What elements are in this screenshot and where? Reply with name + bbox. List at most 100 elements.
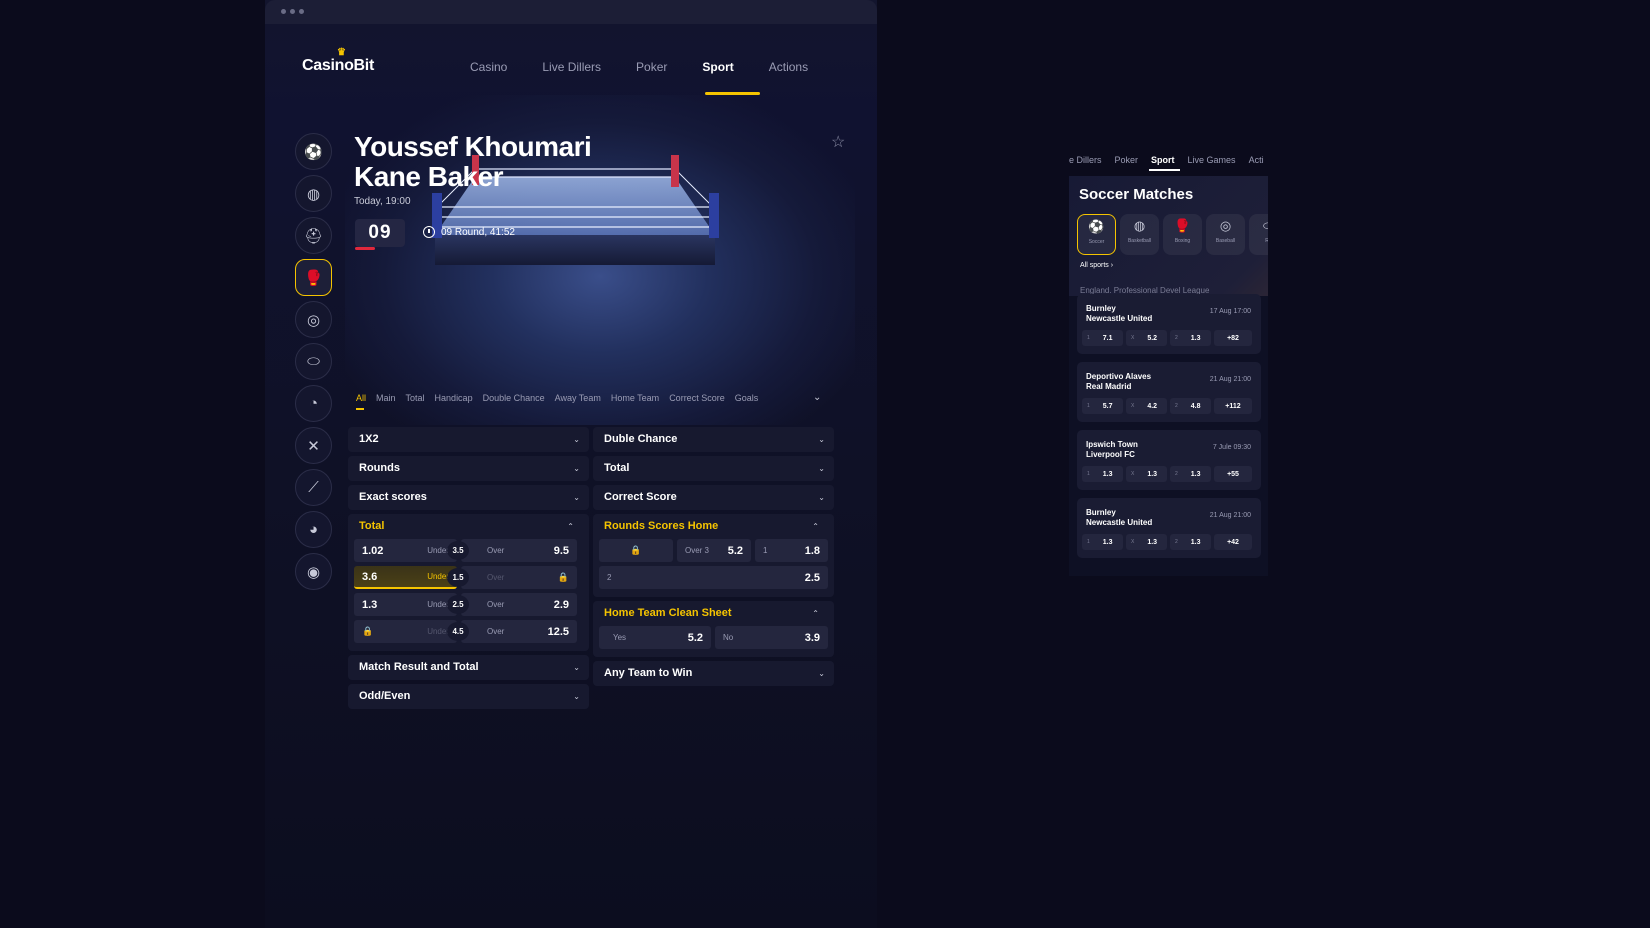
odd-over[interactable]: Over 9.5 — [461, 539, 577, 562]
favorite-star-icon[interactable]: ☆ — [831, 132, 845, 152]
odd-x[interactable]: X 5.2 — [1126, 330, 1167, 346]
baseball-icon[interactable]: ⟋ — [295, 469, 332, 506]
odd-x[interactable]: X 1.3 — [1126, 466, 1167, 482]
mobile-nav-poker[interactable]: Poker — [1115, 155, 1139, 165]
tab-main[interactable]: Main — [376, 393, 396, 403]
darts-icon[interactable]: ◉ — [295, 553, 332, 590]
market-any-team-to-win[interactable]: Any Team to Win ⌄ — [593, 661, 834, 686]
odd-2[interactable]: 2 2.5 — [599, 566, 828, 589]
market-match-result-total[interactable]: Match Result and Total ⌄ — [348, 655, 589, 680]
more-markets-button[interactable]: +42 — [1214, 534, 1252, 550]
market-odd-even[interactable]: Odd/Even ⌄ — [348, 684, 589, 709]
mobile-sport-baseball[interactable]: ◎ Baseball — [1206, 214, 1245, 255]
match-card[interactable]: Deportivo Alaves Real Madrid 21 Aug 21:00… — [1077, 362, 1261, 422]
more-markets-button[interactable]: +55 — [1214, 466, 1252, 482]
odd-no[interactable]: No 3.9 — [715, 626, 828, 649]
odd-2[interactable]: 2 1.3 — [1170, 330, 1211, 346]
market-exact-scores[interactable]: Exact scores ⌄ — [348, 485, 589, 510]
mobile-sport-rugby[interactable]: ⬭ Ru — [1249, 214, 1268, 255]
home-team: Ipswich Town — [1086, 440, 1138, 449]
market-label: Duble Chance — [604, 433, 678, 445]
odd-label: Over 3 — [685, 546, 710, 555]
volleyball-icon[interactable]: ◎ — [295, 301, 332, 338]
odd-over[interactable]: Over 2.9 — [461, 593, 577, 616]
away-team: Newcastle United — [1086, 314, 1153, 323]
odd-x[interactable]: X 1.3 — [1126, 534, 1167, 550]
mobile-sport-basketball[interactable]: ◍ Basketball — [1120, 214, 1159, 255]
odd-value: 1.3 — [1102, 470, 1113, 478]
mobile-nav-sport[interactable]: Sport — [1151, 155, 1175, 165]
tab-goals[interactable]: Goals — [735, 393, 759, 403]
main-window: ♛ CasinoBit Casino Live Dillers Poker Sp… — [265, 0, 877, 928]
market-total[interactable]: Total ⌄ — [593, 456, 834, 481]
tab-home-team[interactable]: Home Team — [611, 393, 659, 403]
odd-1[interactable]: 1 1.8 — [755, 539, 828, 562]
odd-value: 4.2 — [1147, 402, 1158, 410]
tab-away-team[interactable]: Away Team — [555, 393, 601, 403]
market-1x2[interactable]: 1X2 ⌄ — [348, 427, 589, 452]
tab-handicap[interactable]: Handicap — [435, 393, 473, 403]
market-rounds[interactable]: Rounds ⌄ — [348, 456, 589, 481]
sport-label: Basketball — [1127, 238, 1152, 244]
more-markets-button[interactable]: +112 — [1214, 398, 1252, 414]
market-rounds-scores-home[interactable]: Rounds Scores Home ⌃ — [599, 514, 828, 539]
tennis-icon[interactable]: ◔ — [295, 385, 332, 422]
odd-2[interactable]: 2 1.3 — [1170, 466, 1211, 482]
tab-all[interactable]: All — [356, 393, 366, 403]
event-time: Today, 19:00 — [354, 196, 411, 207]
market-label: Total — [604, 462, 630, 474]
odd-under[interactable]: 🔒 Under — [354, 620, 457, 643]
match-card[interactable]: Burnley Newcastle United 17 Aug 17:00 1 7.… — [1077, 294, 1261, 354]
market-label: Exact scores — [359, 491, 427, 503]
nav-casino[interactable]: Casino — [470, 60, 507, 74]
mobile-sport-soccer[interactable]: ⚽ Soccer — [1077, 214, 1116, 255]
odd-over[interactable]: Over 12.5 — [461, 620, 577, 643]
match-odds: 1 5.7 X 4.2 2 4.8 +112 — [1082, 398, 1252, 414]
odds-row: 🔒 Over 3 5.2 1 1.8 — [599, 539, 828, 562]
soccer-icon[interactable]: ⚽ — [295, 133, 332, 170]
tab-double-chance[interactable]: Double Chance — [483, 393, 545, 403]
mobile-nav-actions[interactable]: Acti — [1249, 155, 1264, 165]
hockey-icon[interactable]: ✕ — [295, 427, 332, 464]
tab-correct-score[interactable]: Correct Score — [669, 393, 725, 403]
football-helmet-icon[interactable]: ⛑ — [295, 217, 332, 254]
nav-live-dillers[interactable]: Live Dillers — [542, 60, 601, 74]
market-home-team-clean-sheet[interactable]: Home Team Clean Sheet ⌃ — [599, 601, 828, 626]
all-sports-link[interactable]: All sports › — [1080, 262, 1113, 269]
more-markets-button[interactable]: +82 — [1214, 330, 1252, 346]
odd-1[interactable]: 1 1.3 — [1082, 466, 1123, 482]
market-duble-chance[interactable]: Duble Chance ⌄ — [593, 427, 834, 452]
basketball-icon[interactable]: ◍ — [295, 175, 332, 212]
odd-1[interactable]: 1 1.3 — [1082, 534, 1123, 550]
chevron-down-icon[interactable]: ⌄ — [813, 392, 821, 403]
brand-logo[interactable]: ♛ CasinoBit — [302, 47, 374, 75]
boxing-glove-icon[interactable]: 🥊 — [295, 259, 332, 296]
odd-2[interactable]: 2 4.8 — [1170, 398, 1211, 414]
odd-1[interactable]: 1 7.1 — [1082, 330, 1123, 346]
odd-x[interactable]: X 4.2 — [1126, 398, 1167, 414]
odd-2[interactable]: 2 1.3 — [1170, 534, 1211, 550]
match-card[interactable]: Ipswich Town Liverpool FC 7 Jule 09:30 11… — [1077, 430, 1261, 490]
table-tennis-icon[interactable]: ◕ — [295, 511, 332, 548]
nav-sport[interactable]: Sport — [702, 60, 733, 74]
chevron-up-icon: ⌃ — [812, 522, 819, 531]
match-card[interactable]: Burnley Newcastle United 21 Aug 21:00 1 1.… — [1077, 498, 1261, 558]
nav-actions[interactable]: Actions — [769, 60, 808, 74]
tab-total[interactable]: Total — [406, 393, 425, 403]
market-total[interactable]: Total ⌃ — [354, 514, 583, 539]
mobile-sport-boxing[interactable]: 🥊 Boxing — [1163, 214, 1202, 255]
odd-1[interactable]: 1 5.7 — [1082, 398, 1123, 414]
odd-over[interactable]: Over 🔒 — [461, 566, 577, 589]
rugby-icon[interactable]: ⬭ — [295, 343, 332, 380]
mobile-nav-live-dillers[interactable]: e Dillers — [1069, 155, 1102, 165]
mobile-nav-live-games[interactable]: Live Games — [1188, 155, 1236, 165]
odd-under-selected[interactable]: 3.6 Under — [354, 566, 457, 589]
odd-under[interactable]: 1.3 Under — [354, 593, 457, 616]
odd-under[interactable]: 1.02 Under — [354, 539, 457, 562]
markets-right-column: Duble Chance ⌄ Total ⌄ Correct Score ⌄ Roun… — [593, 427, 834, 690]
odd-over-3[interactable]: Over 3 5.2 — [677, 539, 751, 562]
odd-yes[interactable]: Yes 5.2 — [599, 626, 711, 649]
market-correct-score[interactable]: Correct Score ⌄ — [593, 485, 834, 510]
odds-row: Yes 5.2 No 3.9 — [599, 626, 828, 649]
nav-poker[interactable]: Poker — [636, 60, 667, 74]
